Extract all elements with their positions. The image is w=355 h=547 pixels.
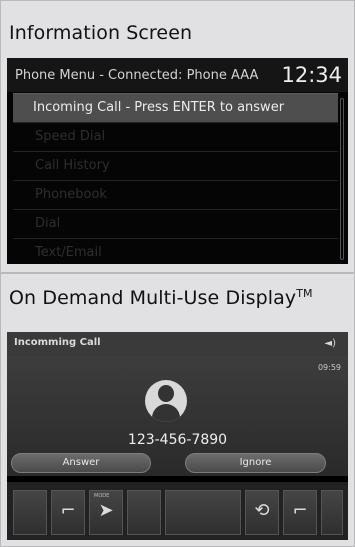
mode-label: MODE: [94, 493, 110, 499]
menu-item-label: Speed Dial: [35, 129, 106, 144]
seat-heater-left-button[interactable]: ⌐: [51, 490, 85, 535]
contact-avatar: [145, 380, 187, 422]
menu-item-incoming-call[interactable]: Incoming Call - Press ENTER to answer: [13, 93, 338, 122]
clock: 12:34: [281, 63, 342, 87]
recirculation-icon: ⟲: [254, 500, 270, 521]
answer-button[interactable]: Answer: [11, 453, 151, 473]
menu-item-label: Call History: [35, 158, 110, 173]
center-control-button[interactable]: [165, 490, 241, 535]
menu-item-call-history[interactable]: Call History: [13, 151, 338, 180]
information-screen: Phone Menu - Connected: Phone AAA 12:34 …: [7, 58, 348, 264]
caller-phone-number: 123-456-7890: [127, 432, 228, 448]
ignore-button[interactable]: Ignore: [185, 453, 326, 473]
blank-control-right[interactable]: [321, 490, 343, 535]
recirculation-button[interactable]: ⟲: [245, 490, 279, 535]
avatar-head-icon: [158, 385, 174, 402]
phone-menu-title: Phone Menu - Connected: Phone AAA: [15, 68, 259, 83]
menu-item-label: Dial: [35, 216, 61, 231]
section-label-text: On Demand Multi-Use Display: [9, 287, 297, 309]
incoming-call-header: Incomming Call ◄): [7, 332, 348, 356]
incoming-call-area: 09:59 123-456-7890 Answer Ignore: [7, 356, 348, 476]
multi-use-display-panel: On Demand Multi-Use DisplayTM Incomming …: [0, 273, 355, 547]
menu-scrollbar[interactable]: [340, 98, 344, 260]
seat-heater-right-icon: ⌐: [292, 500, 308, 521]
blank-control-center-left[interactable]: [127, 490, 161, 535]
section-label-multi-use-display: On Demand Multi-Use DisplayTM: [9, 287, 313, 309]
trademark-mark: TM: [296, 287, 313, 300]
section-label-information-screen: Information Screen: [9, 22, 193, 44]
blank-control-left[interactable]: [13, 490, 47, 535]
fan-mode-button[interactable]: MODE ➤: [89, 490, 123, 535]
volume-icon: ◄): [324, 338, 336, 349]
menu-item-speed-dial[interactable]: Speed Dial: [13, 122, 338, 151]
mud-clock: 09:59: [317, 363, 341, 372]
phone-menu-header: Phone Menu - Connected: Phone AAA 12:34: [7, 58, 348, 92]
menu-item-phonebook[interactable]: Phonebook: [13, 180, 338, 209]
climate-control-bar: ⌐ MODE ➤ ⟲ ⌐: [7, 482, 348, 540]
menu-item-text-email[interactable]: Text/Email: [13, 238, 338, 264]
fan-mode-icon: ➤: [98, 500, 114, 521]
menu-item-label: Incoming Call - Press ENTER to answer: [33, 100, 285, 115]
menu-item-label: Text/Email: [35, 245, 102, 260]
menu-item-label: Phonebook: [35, 187, 107, 202]
multi-use-display-screen: Incomming Call ◄) 09:59 123-456-7890 Ans…: [7, 332, 348, 540]
seat-heater-right-button[interactable]: ⌐: [283, 490, 317, 535]
avatar-body-icon: [152, 404, 180, 422]
incoming-call-title: Incomming Call: [14, 337, 101, 348]
menu-item-dial[interactable]: Dial: [13, 209, 338, 238]
information-screen-panel: Information Screen Phone Menu - Connecte…: [0, 0, 355, 273]
seat-heater-left-icon: ⌐: [60, 500, 76, 521]
